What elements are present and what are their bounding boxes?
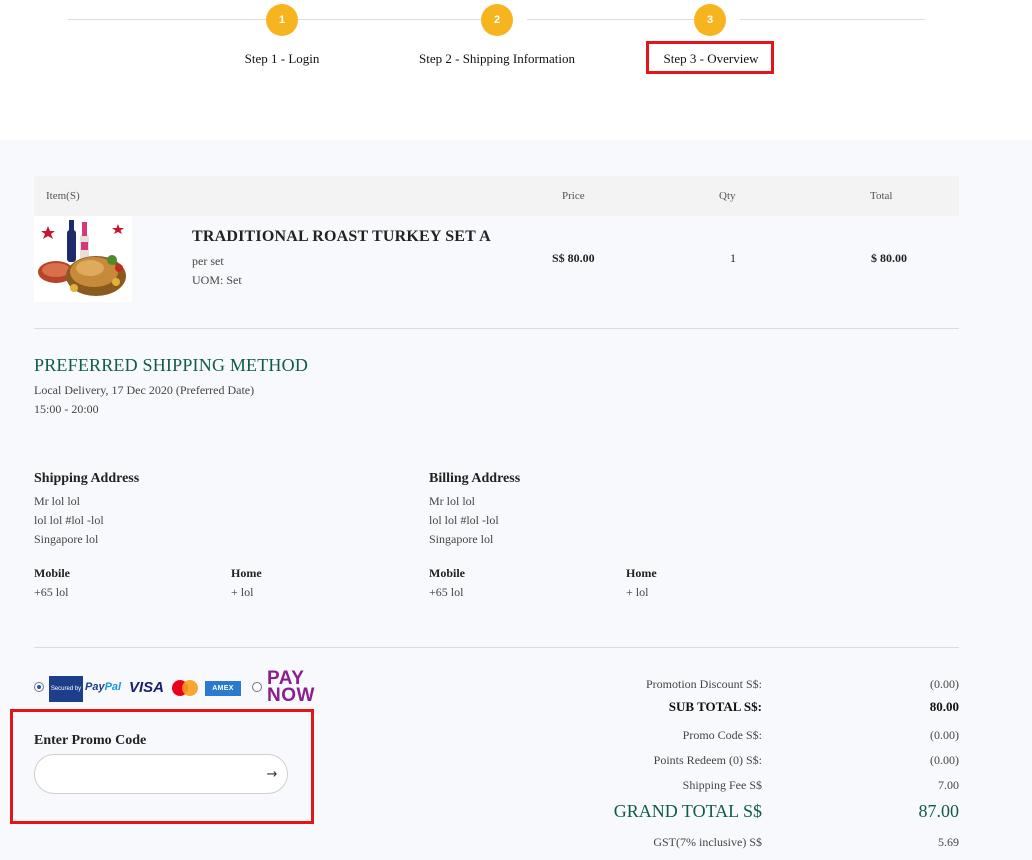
step-1-circle[interactable]: 1 [266, 4, 298, 36]
subtotal-value: 80.00 [929, 699, 959, 714]
step-connector [740, 19, 925, 20]
paynow-radio[interactable] [252, 682, 262, 692]
billing-address-line1: lol lol #lol -lol [429, 513, 499, 527]
points-redeem-label: Points Redeem (0) S$: [653, 753, 762, 767]
shipping-address-line2: Singapore lol [34, 532, 99, 546]
amex-logo: AMEX [205, 681, 241, 696]
product-name[interactable]: TRADITIONAL ROAST TURKEY SET A [192, 228, 491, 246]
step-2-label[interactable]: Step 2 - Shipping Information [419, 51, 575, 67]
section-divider [34, 647, 959, 648]
step-connector [68, 19, 266, 20]
billing-address-line2: Singapore lol [429, 532, 494, 546]
promotion-discount-value: (0.00) [930, 677, 959, 691]
product-price: S$ 80.00 [552, 251, 595, 265]
mastercard-icon [172, 680, 198, 696]
header-price: Price [562, 190, 585, 202]
step-3-circle[interactable]: 3 [694, 4, 726, 36]
shipping-fee-value: 7.00 [938, 778, 959, 792]
shipping-mobile-label: Mobile [34, 566, 70, 580]
paypal-logo: PayPal [85, 681, 121, 693]
paypal-logo-pay: Pay [85, 681, 105, 693]
shipping-method-time: 15:00 - 20:00 [34, 402, 99, 416]
promo-code-input[interactable] [34, 754, 288, 794]
step-connector [298, 19, 481, 20]
cart-table-header: Item(S) Price Qty Total [34, 176, 959, 216]
shipping-address-name: Mr lol lol [34, 494, 81, 508]
shipping-mobile: +65 lol [34, 585, 69, 599]
arrow-right-icon[interactable]: → [262, 762, 282, 786]
billing-mobile-label: Mobile [429, 566, 465, 580]
product-qty: 1 [730, 251, 736, 265]
checkout-stepper: 1 2 3 Step 1 - Login Step 2 - Shipping I… [0, 0, 1032, 140]
shipping-home: + lol [231, 585, 254, 599]
header-qty: Qty [719, 190, 736, 202]
billing-home-label: Home [626, 566, 657, 580]
grand-total-label: GRAND TOTAL S$ [613, 801, 762, 821]
billing-address-name: Mr lol lol [429, 494, 476, 508]
grand-total-value: 87.00 [918, 801, 960, 821]
shipping-address-title: Shipping Address [34, 471, 140, 486]
subtotal-label: SUB TOTAL S$: [668, 699, 762, 714]
order-overview: Item(S) Price Qty Total TRADITIONAL ROAS… [0, 140, 1032, 860]
product-total: $ 80.00 [871, 251, 907, 265]
gst-value: 5.69 [938, 835, 959, 849]
shipping-method-date: Local Delivery, 17 Dec 2020 (Preferred D… [34, 383, 255, 397]
header-total: Total [870, 190, 893, 202]
shipping-method-title: PREFERRED SHIPPING METHOD [34, 355, 309, 375]
shipping-home-label: Home [231, 566, 262, 580]
promo-code-label: Enter Promo Code [34, 733, 147, 748]
billing-home: + lol [626, 585, 649, 599]
step-connector [527, 19, 694, 20]
billing-mobile: +65 lol [429, 585, 464, 599]
paynow-logo: PAY NOW [267, 669, 315, 706]
step-3-highlight [646, 41, 774, 74]
shipping-address-line1: lol lol #lol -lol [34, 513, 104, 527]
gst-label: GST(7% inclusive) S$ [653, 835, 762, 849]
shipping-fee-label: Shipping Fee S$ [682, 778, 762, 792]
promotion-discount-label: Promotion Discount S$: [645, 677, 762, 691]
product-uom: UOM: Set [192, 273, 242, 287]
paypal-radio[interactable] [34, 682, 44, 692]
visa-logo: VISA [129, 679, 165, 696]
product-image [34, 216, 132, 302]
billing-address-title: Billing Address [429, 471, 521, 486]
step-2-circle[interactable]: 2 [481, 4, 513, 36]
header-item: Item(S) [46, 190, 80, 202]
promo-code-total-value: (0.00) [930, 728, 959, 742]
paypal-secured-badge: Secured by [49, 676, 83, 702]
paynow-line2: NOW [267, 685, 315, 706]
promo-code-total-label: Promo Code S$: [682, 728, 762, 742]
paypal-logo-pal: Pal [104, 681, 122, 693]
step-1-label[interactable]: Step 1 - Login [245, 51, 320, 67]
section-divider [34, 328, 959, 329]
product-per: per set [192, 254, 224, 268]
points-redeem-value: (0.00) [930, 753, 959, 767]
